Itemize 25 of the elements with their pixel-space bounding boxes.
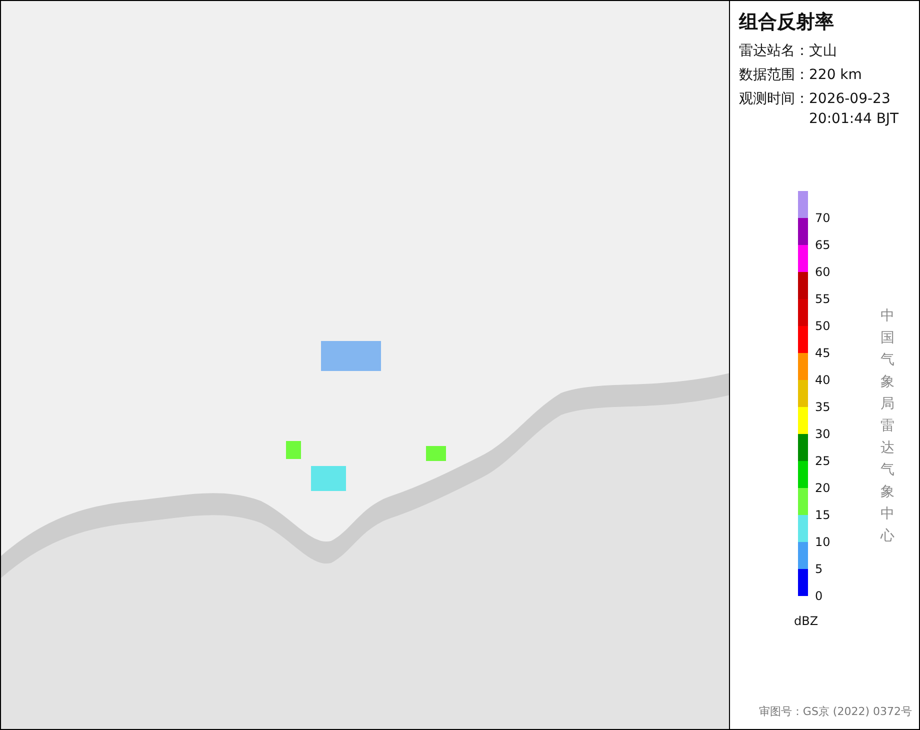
legend-tick-label: 30 [815, 428, 830, 440]
info-value: 文山 [809, 42, 838, 61]
legend-tick-label: 60 [815, 266, 830, 278]
legend-tick-label: 10 [815, 536, 830, 548]
legend-tick-label: 25 [815, 455, 830, 467]
legend-tick-label: 45 [815, 347, 830, 359]
legend-tick-label: 55 [815, 293, 830, 305]
legend-tick-label: 0 [815, 590, 824, 602]
legend-tick-label: 65 [815, 239, 830, 251]
info-label: 观测时间： [739, 90, 809, 109]
legend-tick-label: 70 [815, 212, 830, 224]
info-label: 雷达站名： [739, 42, 809, 61]
info-label: 数据范围： [739, 66, 809, 85]
legend-tick-label: 40 [815, 374, 830, 386]
legend-tick-label: 5 [815, 563, 823, 575]
panel-title: 组合反射率 [739, 10, 835, 35]
legend-tick-label: 50 [815, 320, 830, 332]
legend-tick-label: 15 [815, 509, 830, 521]
approval-number: 审图号：GS京 (2022) 0372号 [758, 704, 913, 720]
info-value: 2026-09-23 20:01:44 BJT [809, 90, 900, 129]
legend-tick-label: 35 [815, 401, 830, 413]
source-text: 中国气象局雷达气象中心 [880, 307, 894, 546]
info-value: 220 km [809, 66, 863, 85]
legend-unit: dBZ [794, 614, 820, 628]
legend-tick-label: 20 [815, 482, 830, 494]
